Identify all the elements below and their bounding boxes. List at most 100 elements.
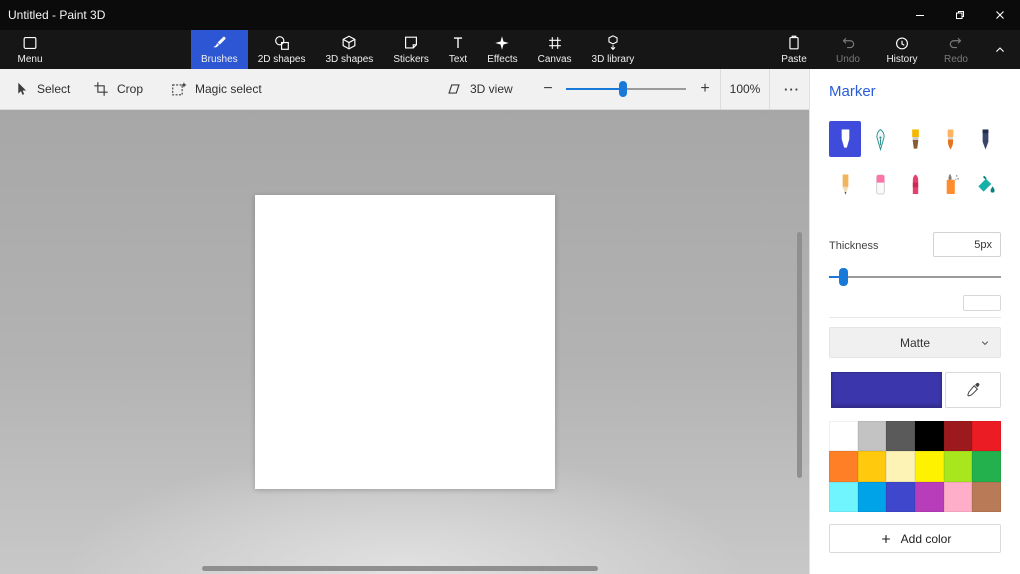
- tool-oil-brush[interactable]: [899, 121, 931, 157]
- menu-icon: [21, 34, 39, 52]
- select-tool[interactable]: Select: [12, 69, 70, 109]
- fill-bucket-icon: [975, 172, 996, 197]
- calligraphy-pen-icon: [870, 127, 891, 152]
- tool-watercolor[interactable]: [934, 121, 966, 157]
- workspace: [0, 110, 809, 574]
- shapes-2d-icon: [273, 34, 291, 52]
- color-swatch[interactable]: [972, 482, 1001, 512]
- color-swatch[interactable]: [915, 482, 944, 512]
- thickness-slider[interactable]: [829, 268, 1001, 286]
- undo-button[interactable]: Undo: [828, 30, 868, 69]
- color-swatch[interactable]: [829, 421, 858, 451]
- tab-3d-library[interactable]: 3D library: [582, 30, 645, 69]
- magic-select-icon: [170, 80, 188, 98]
- history-button[interactable]: History: [882, 30, 922, 69]
- finish-value: Matte: [900, 336, 930, 350]
- minimize-button[interactable]: [900, 0, 940, 30]
- color-swatch[interactable]: [972, 451, 1001, 481]
- color-swatch[interactable]: [886, 451, 915, 481]
- paste-button[interactable]: Paste: [774, 30, 814, 69]
- color-swatch[interactable]: [829, 482, 858, 512]
- color-swatch[interactable]: [915, 451, 944, 481]
- action-label: Redo: [944, 54, 968, 65]
- spray-can-icon: [940, 172, 961, 197]
- tab-stickers[interactable]: Stickers: [383, 30, 439, 69]
- horizontal-scrollbar[interactable]: [202, 566, 598, 571]
- vertical-scrollbar[interactable]: [797, 232, 802, 478]
- color-swatch[interactable]: [944, 482, 973, 512]
- crop-tool[interactable]: Crop: [92, 69, 143, 109]
- color-swatch[interactable]: [972, 421, 1001, 451]
- add-color-label: Add color: [901, 532, 952, 546]
- magic-select-tool[interactable]: Magic select: [170, 69, 262, 109]
- eyedropper-button[interactable]: [945, 372, 1001, 408]
- collapse-ribbon-button[interactable]: [984, 30, 1016, 69]
- color-swatch[interactable]: [915, 421, 944, 451]
- tool-pixel-pen[interactable]: [969, 121, 1001, 157]
- thickness-slider-handle[interactable]: [839, 268, 848, 286]
- drawing-canvas[interactable]: [255, 195, 555, 489]
- color-swatch[interactable]: [886, 421, 915, 451]
- color-swatch[interactable]: [886, 482, 915, 512]
- tab-label: Effects: [487, 54, 517, 65]
- tab-brushes[interactable]: Brushes: [191, 30, 248, 69]
- add-color-button[interactable]: Add color: [829, 524, 1001, 553]
- menu-button[interactable]: Menu: [8, 30, 52, 69]
- tool-eraser[interactable]: [864, 166, 896, 202]
- tool-calligraphy-pen[interactable]: [864, 121, 896, 157]
- magic-select-label: Magic select: [195, 82, 262, 96]
- crop-icon: [92, 80, 110, 98]
- ribbon-actions: Paste Undo History Redo: [774, 30, 976, 69]
- restore-button[interactable]: [940, 0, 980, 30]
- color-swatch[interactable]: [858, 451, 887, 481]
- color-swatch[interactable]: [944, 421, 973, 451]
- library-cube-icon: [604, 34, 622, 52]
- tool-fill[interactable]: [969, 166, 1001, 202]
- restore-icon: [955, 10, 965, 20]
- tab-2d-shapes[interactable]: 2D shapes: [248, 30, 316, 69]
- cursor-icon: [12, 80, 30, 98]
- color-swatch[interactable]: [858, 482, 887, 512]
- crop-label: Crop: [117, 82, 143, 96]
- tab-label: 3D shapes: [326, 54, 374, 65]
- thickness-input[interactable]: 5px: [933, 232, 1001, 257]
- pencil-icon: [835, 172, 856, 197]
- tool-pencil[interactable]: [829, 166, 861, 202]
- chevron-up-icon: [992, 42, 1008, 58]
- tab-text[interactable]: Text: [439, 30, 477, 69]
- current-color-swatch[interactable]: [831, 372, 942, 408]
- eyedropper-icon: [964, 381, 982, 399]
- minus-icon: −: [543, 80, 552, 98]
- tab-label: Canvas: [538, 54, 572, 65]
- redo-button[interactable]: Redo: [936, 30, 976, 69]
- paste-icon: [785, 34, 803, 52]
- action-label: Paste: [781, 54, 807, 65]
- 3d-view-button[interactable]: 3D view: [445, 69, 513, 109]
- tab-label: 3D library: [592, 54, 635, 65]
- close-button[interactable]: [980, 0, 1020, 30]
- color-swatch[interactable]: [858, 421, 887, 451]
- sticker-icon: [402, 34, 420, 52]
- oil-brush-icon: [905, 127, 926, 152]
- tool-marker[interactable]: [829, 121, 861, 157]
- opacity-input-partial[interactable]: [963, 295, 1001, 311]
- minimize-icon: [915, 10, 925, 20]
- tab-effects[interactable]: Effects: [477, 30, 527, 69]
- zoom-value[interactable]: 100%: [720, 69, 770, 109]
- color-swatch[interactable]: [944, 451, 973, 481]
- color-swatch[interactable]: [829, 451, 858, 481]
- thickness-slider-track: [829, 276, 1001, 278]
- zoom-in-button[interactable]: +: [692, 69, 718, 109]
- tab-canvas[interactable]: Canvas: [528, 30, 582, 69]
- finish-dropdown[interactable]: Matte: [829, 327, 1001, 358]
- tool-spray-can[interactable]: [934, 166, 966, 202]
- tab-label: 2D shapes: [258, 54, 306, 65]
- ribbon: Menu Brushes 2D shapes 3D shapes Sticker…: [0, 30, 1020, 69]
- zoom-slider-handle[interactable]: [619, 81, 627, 97]
- zoom-slider[interactable]: [566, 69, 686, 109]
- crayon-icon: [905, 172, 926, 197]
- tool-crayon[interactable]: [899, 166, 931, 202]
- more-options-button[interactable]: ···: [778, 69, 806, 109]
- zoom-out-button[interactable]: −: [535, 69, 561, 109]
- tab-3d-shapes[interactable]: 3D shapes: [316, 30, 384, 69]
